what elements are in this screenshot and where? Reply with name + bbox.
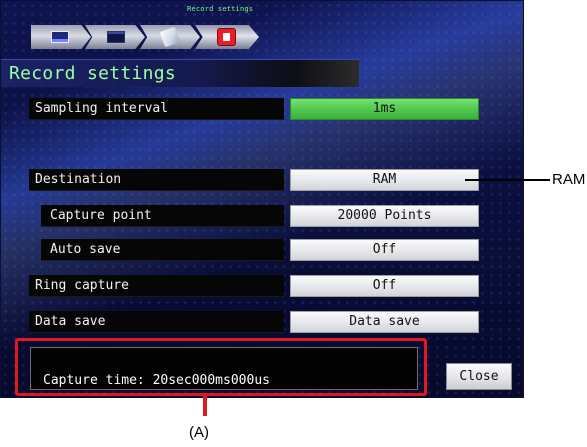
callout-a-connector [203, 396, 207, 416]
callout-a-highlight [15, 338, 427, 396]
breadcrumb-heading: Record settings [187, 5, 254, 13]
ring-capture-label: Ring capture [29, 275, 284, 297]
ram-callout-label: RAM [552, 171, 586, 188]
capture-point-label: Capture point [41, 205, 284, 227]
ring-capture-button[interactable]: Off [290, 275, 479, 297]
tab-record-settings[interactable] [195, 25, 259, 49]
data-save-label: Data save [29, 311, 284, 333]
auto-save-button[interactable]: Off [290, 239, 479, 261]
destination-button[interactable]: RAM [290, 169, 479, 191]
tab-display-settings[interactable] [31, 25, 91, 49]
tab-channel-settings[interactable] [85, 25, 145, 49]
display-settings-icon [51, 31, 69, 43]
title-bar: Record settings [1, 59, 359, 87]
sampling-interval-label: Sampling interval [29, 98, 284, 120]
ram-callout-line [465, 179, 550, 181]
auto-save-label: Auto save [41, 239, 284, 261]
tab-trigger-settings[interactable] [140, 25, 200, 49]
close-button[interactable]: Close [446, 363, 512, 390]
destination-label: Destination [29, 169, 284, 191]
callout-a-label: (A) [189, 424, 209, 441]
capture-point-button[interactable]: 20000 Points [290, 205, 479, 227]
page-title: Record settings [9, 63, 177, 84]
sampling-interval-button[interactable]: 1ms [290, 98, 479, 120]
data-save-button[interactable]: Data save [290, 311, 479, 333]
channel-settings-icon [107, 31, 125, 43]
trigger-settings-icon [159, 26, 181, 48]
record-settings-icon [217, 28, 236, 46]
